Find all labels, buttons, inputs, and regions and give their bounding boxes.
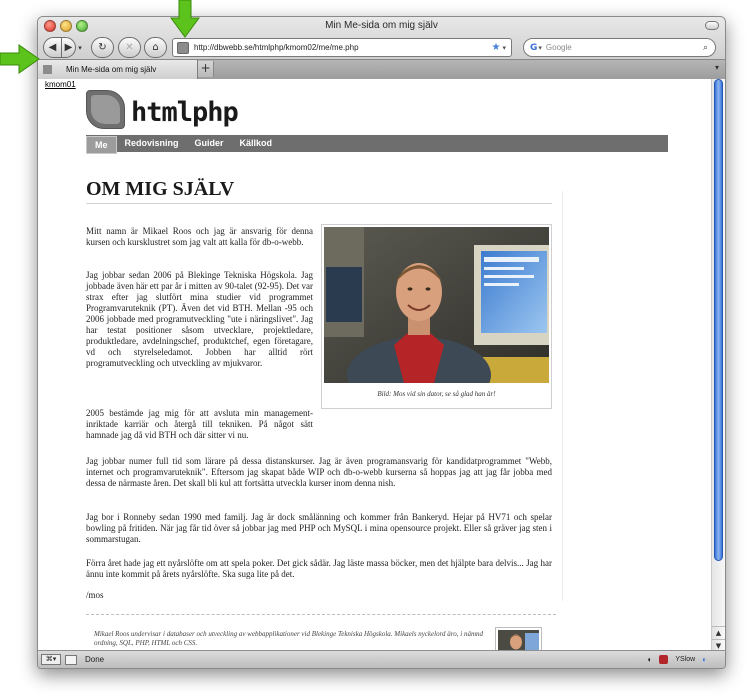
paragraph-teacher: Jag jobbar numer full tid som lärare på …	[86, 456, 552, 488]
nav-item-redovisning[interactable]: Redovisning	[117, 135, 187, 152]
scroll-up-button[interactable]: ▲	[712, 626, 725, 639]
nav-item-kallkod[interactable]: Källkod	[232, 135, 281, 152]
tab-active[interactable]: Min Me-sida om mig själv	[38, 60, 198, 79]
forward-arrow-icon: ▶	[64, 42, 73, 53]
tab-label: Min Me-sida om mig själv	[66, 65, 157, 74]
statusbar-addons: ◐ YSlow ◐	[647, 655, 707, 664]
paragraph-2005: 2005 bestämde jag mig för att avsluta mi…	[86, 408, 313, 440]
title-bar: Min Me-sida om mig själv ◀ ▶ ▾ ↻ ✕ ⌂ htt…	[38, 17, 725, 79]
history-dropdown-button[interactable]: ▾	[76, 37, 84, 58]
yslow-icon[interactable]	[659, 655, 669, 664]
figure-caption: Bild: Mos vid sin dator, se så glad han …	[377, 390, 496, 398]
status-text: Done	[85, 655, 105, 664]
chevron-down-icon: ▾	[78, 43, 82, 52]
home-icon: ⌂	[152, 42, 159, 53]
top-link-kmom01[interactable]: kmom01	[45, 80, 76, 89]
page-title: OM MIG SJÄLV	[86, 178, 552, 204]
browser-window: Min Me-sida om mig själv ◀ ▶ ▾ ↻ ✕ ⌂ htt…	[37, 16, 726, 669]
search-engine-dropdown-icon[interactable]: ▾	[538, 44, 542, 52]
url-bar[interactable]: http://dbwebb.se/htmlphp/kmom02/me/me.ph…	[172, 38, 512, 57]
stop-icon: ✕	[125, 42, 134, 53]
paragraph-career: Jag jobbar sedan 2006 på Blekinge Teknis…	[86, 270, 313, 368]
paragraph-home: Jag bor i Ronneby sedan 1990 med familj.…	[86, 512, 552, 544]
search-input[interactable]: Google	[546, 43, 703, 52]
stop-button[interactable]: ✕	[118, 37, 141, 58]
navigation-toolbar: ◀ ▶ ▾ ↻ ✕ ⌂ http://dbwebb.se/htmlphp/kmo…	[38, 37, 725, 59]
site-logo-icon[interactable]	[86, 90, 125, 129]
yslow-label[interactable]: YSlow	[675, 656, 695, 663]
site-favicon-icon	[177, 41, 189, 54]
arrow-right-annotation-icon	[0, 44, 40, 74]
arrow-down-annotation-icon	[170, 0, 200, 38]
profile-figure: Bild: Mos vid sin dator, se så glad han …	[321, 224, 552, 409]
footer-thumbnail	[495, 627, 542, 652]
vertical-scrollbar[interactable]: ▲ ▼	[711, 79, 725, 652]
tab-list-icon[interactable]: ▾	[715, 63, 719, 72]
search-engine-icon[interactable]: G	[530, 43, 537, 53]
statusbar-window-icon[interactable]	[65, 654, 77, 665]
url-text[interactable]: http://dbwebb.se/htmlphp/kmom02/me/me.ph…	[194, 43, 492, 52]
search-bar[interactable]: G ▾ Google ⌕	[523, 38, 716, 57]
window-title: Min Me-sida om mig själv	[325, 20, 438, 31]
paragraph-resolution: Förra året hade jag ett nyårslöfte om at…	[86, 558, 552, 579]
forward-button[interactable]: ▶	[61, 37, 76, 58]
nav-item-guider[interactable]: Guider	[187, 135, 232, 152]
statusbar-menu-icon[interactable]: ⌘▾	[41, 654, 61, 665]
site-title[interactable]: htmlphp	[131, 97, 239, 128]
tab-strip: Min Me-sida om mig själv + ▾	[38, 59, 725, 79]
back-arrow-icon: ◀	[48, 42, 57, 53]
page-footer: Mikael Roos undervisar i databaser och u…	[86, 614, 556, 652]
back-button[interactable]: ◀	[43, 37, 62, 58]
toolbar-toggle-button[interactable]	[705, 21, 719, 30]
new-tab-button[interactable]: +	[198, 61, 214, 77]
search-icon[interactable]: ⌕	[703, 43, 708, 53]
profile-photo	[324, 227, 549, 383]
url-history-dropdown-icon[interactable]: ▾	[502, 44, 506, 52]
scrollbar-thumb[interactable]	[714, 79, 723, 561]
status-bar: ⌘▾ Done ◐ YSlow ◐	[38, 650, 725, 668]
signature: /mos	[86, 590, 104, 600]
paragraph-intro: Mitt namn är Mikael Roos och jag är ansv…	[86, 226, 313, 247]
footer-text: Mikael Roos undervisar i databaser och u…	[94, 630, 483, 647]
reload-button[interactable]: ↻	[91, 37, 114, 58]
site-navbar: Me Redovisning Guider Källkod	[86, 135, 668, 154]
nav-item-me[interactable]: Me	[86, 135, 117, 154]
sidebar-divider	[562, 191, 563, 601]
addon-icon[interactable]: ◐	[647, 655, 652, 664]
page-viewport: kmom01 htmlphp Me Redovisning Guider Käl…	[38, 79, 713, 652]
reload-icon: ↻	[98, 42, 107, 53]
home-button[interactable]: ⌂	[144, 37, 167, 58]
bookmark-star-icon[interactable]: ★	[492, 42, 501, 53]
tab-favicon-icon	[43, 65, 52, 74]
globe-icon[interactable]: ◐	[702, 655, 707, 664]
